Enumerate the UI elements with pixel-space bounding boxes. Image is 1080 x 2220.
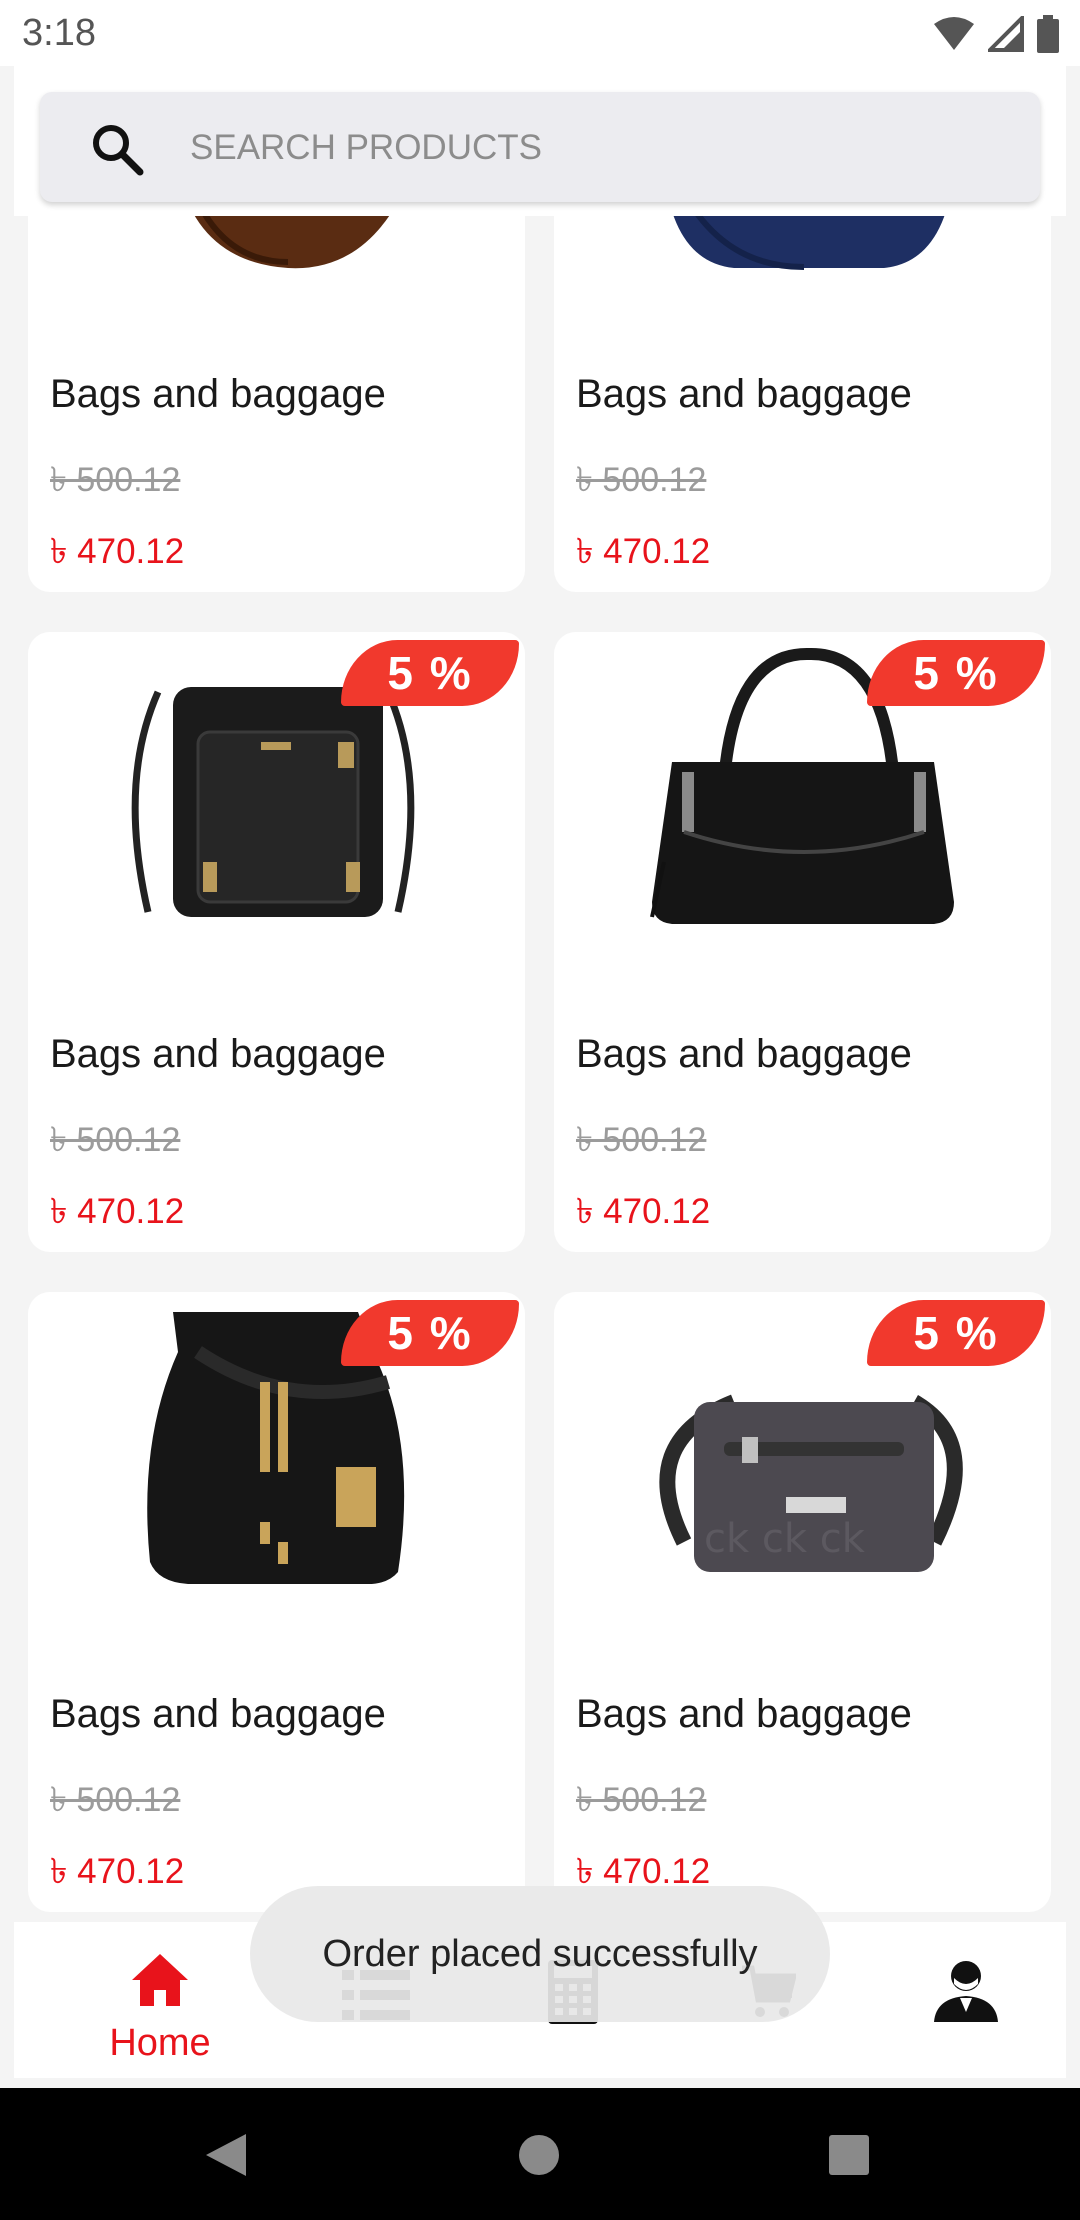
product-card[interactable]: ck ck ck 5 % Bags and baggage ৳ 500.12 ৳… [554, 1292, 1051, 1912]
battery-icon [1037, 15, 1059, 53]
product-title: Bags and baggage [576, 372, 912, 416]
product-title: Bags and baggage [50, 372, 386, 416]
product-old-price: ৳ 500.12 [576, 461, 707, 499]
search-bar[interactable] [40, 92, 1040, 202]
product-new-price: ৳ 470.12 [576, 1192, 711, 1231]
status-icons [932, 14, 1060, 54]
product-new-price: ৳ 470.12 [50, 532, 185, 571]
screen: Bags and baggage ৳ 500.12 ৳ 470.12 Bags … [0, 0, 1080, 2220]
product-card[interactable]: 5 % Bags and baggage ৳ 500.12 ৳ 470.12 [28, 632, 525, 1252]
product-title: Bags and baggage [50, 1032, 386, 1076]
product-new-price: ৳ 470.12 [50, 1192, 185, 1231]
product-title: Bags and baggage [50, 1692, 386, 1736]
product-old-price: ৳ 500.12 [50, 1781, 181, 1819]
back-icon[interactable] [204, 2132, 248, 2178]
wifi-icon [934, 17, 974, 50]
home-icon [132, 1954, 188, 2006]
nav-home[interactable]: Home [60, 1922, 260, 2078]
product-new-price: ৳ 470.12 [576, 532, 711, 571]
system-nav-bar [0, 2088, 1080, 2220]
search-icon [93, 125, 144, 176]
discount-badge: 5 % [867, 1300, 1045, 1366]
product-new-price: ৳ 470.12 [50, 1852, 185, 1891]
discount-badge: 5 % [341, 1300, 519, 1366]
product-old-price: ৳ 500.12 [50, 461, 181, 499]
product-card[interactable]: 5 % Bags and baggage ৳ 500.12 ৳ 470.12 [28, 1292, 525, 1912]
product-card[interactable]: 5 % Bags and baggage ৳ 500.12 ৳ 470.12 [554, 632, 1051, 1252]
product-old-price: ৳ 500.12 [50, 1121, 181, 1159]
product-old-price: ৳ 500.12 [576, 1781, 707, 1819]
cellular-signal-icon [988, 16, 1024, 52]
toast-message: Order placed successfully [250, 1886, 830, 2022]
product-old-price: ৳ 500.12 [576, 1121, 707, 1159]
discount-badge: 5 % [867, 640, 1045, 706]
product-title: Bags and baggage [576, 1032, 912, 1076]
header [14, 66, 1066, 216]
status-bar: 3:18 [0, 0, 1080, 66]
nav-profile[interactable] [866, 1922, 1066, 2078]
svg-text:ck ck ck: ck ck ck [704, 1516, 866, 1562]
recents-icon[interactable] [828, 2134, 870, 2176]
nav-home-label: Home [109, 2022, 211, 2064]
product-title: Bags and baggage [576, 1692, 912, 1736]
profile-icon [934, 1961, 998, 2022]
search-input[interactable] [190, 120, 1010, 176]
home-button-icon[interactable] [518, 2134, 560, 2176]
status-time: 3:18 [22, 12, 96, 54]
discount-badge: 5 % [341, 640, 519, 706]
